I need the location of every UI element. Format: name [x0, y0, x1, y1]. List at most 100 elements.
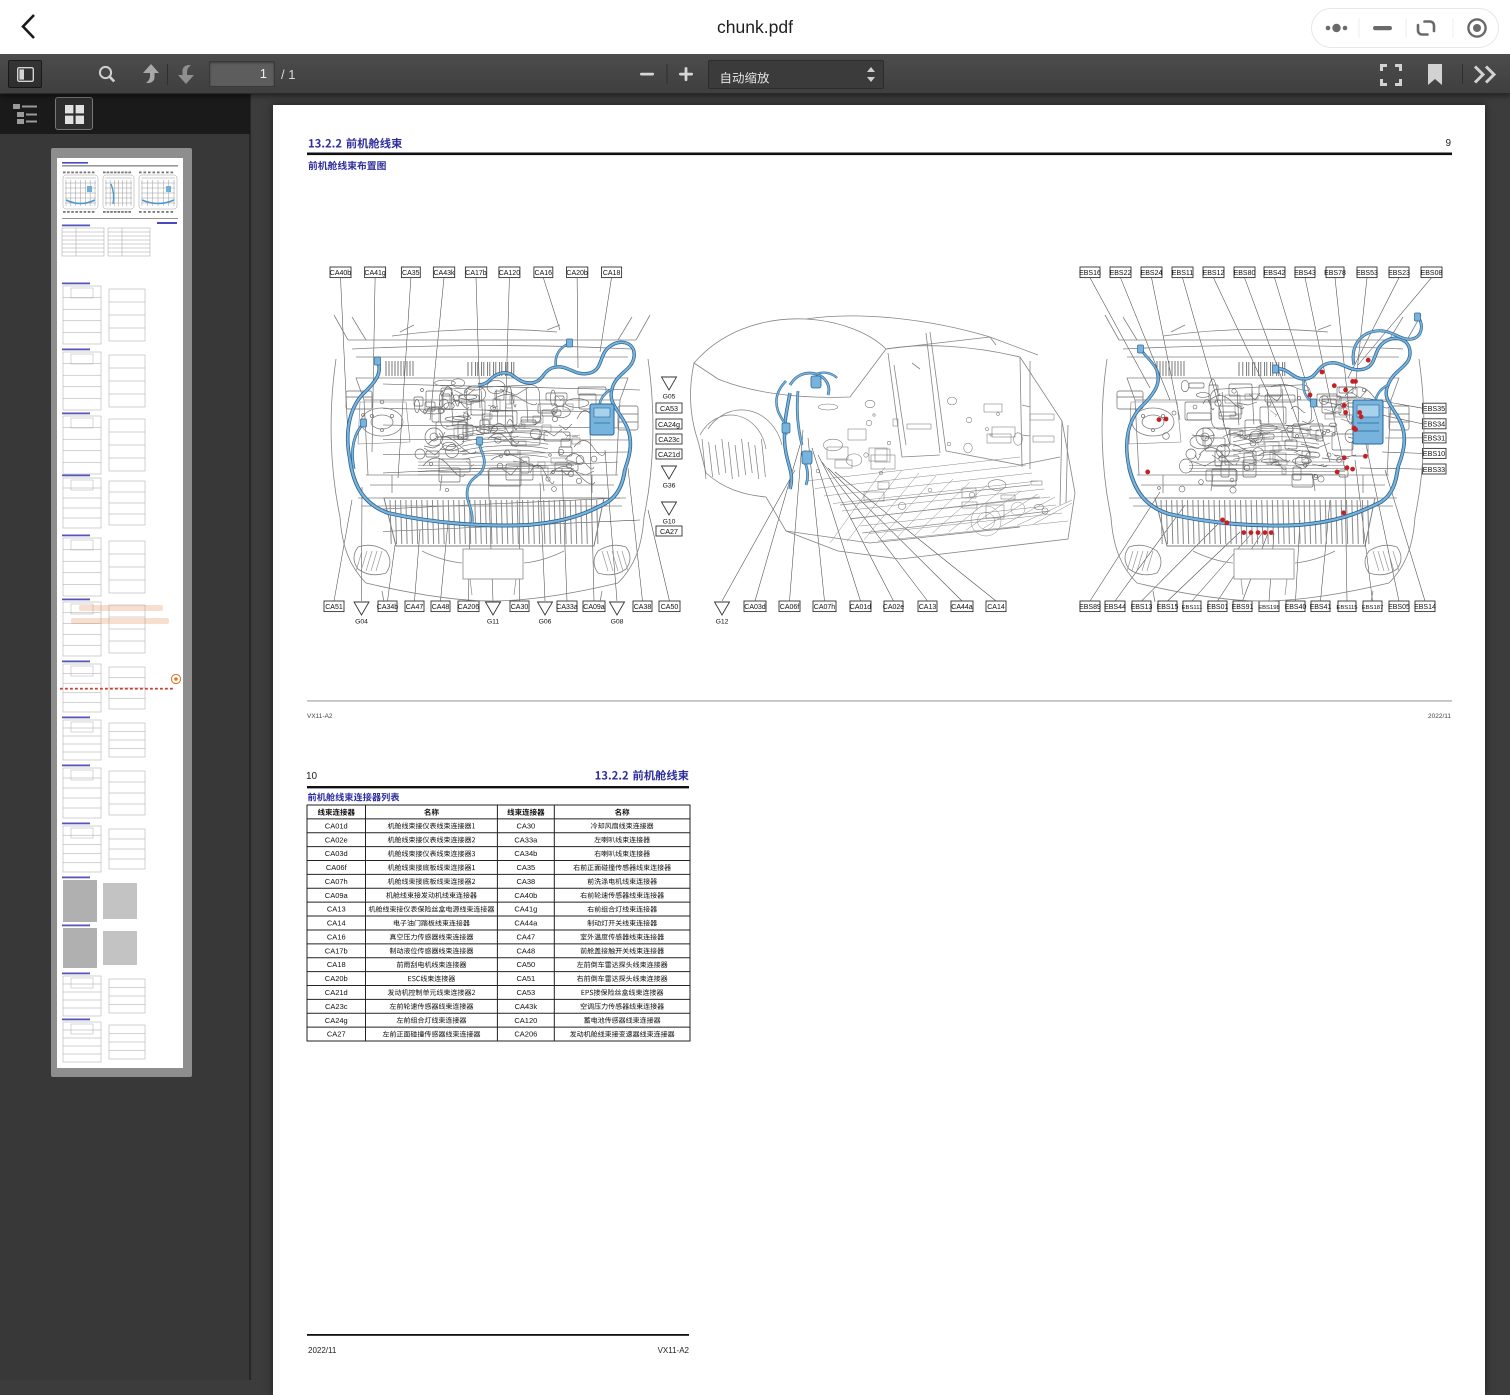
svg-text:CA02e: CA02e — [883, 604, 905, 611]
svg-text:EBS53: EBS53 — [1356, 270, 1378, 277]
svg-text:EBS198: EBS198 — [1258, 605, 1280, 611]
svg-text:G06: G06 — [539, 619, 552, 626]
svg-text:CA47: CA47 — [406, 604, 424, 611]
svg-text:CA33a: CA33a — [556, 604, 578, 611]
svg-text:CA27: CA27 — [660, 527, 678, 536]
svg-text:CA09a: CA09a — [583, 604, 605, 611]
svg-text:CA17b: CA17b — [465, 270, 487, 277]
svg-text:G36: G36 — [663, 483, 676, 490]
svg-text:CA40b: CA40b — [330, 270, 352, 277]
svg-text:EBS33: EBS33 — [1423, 465, 1445, 474]
svg-text:CA35: CA35 — [402, 270, 420, 277]
svg-text:G08: G08 — [611, 619, 624, 626]
svg-text:CA43k: CA43k — [433, 270, 455, 277]
svg-text:CA14: CA14 — [987, 604, 1005, 611]
svg-text:CA24g: CA24g — [325, 1016, 348, 1025]
svg-text:CA50: CA50 — [661, 604, 679, 611]
svg-text:CA38: CA38 — [634, 604, 652, 611]
svg-text:CA17b: CA17b — [325, 946, 348, 955]
svg-text:EBS01: EBS01 — [1207, 604, 1229, 611]
svg-text:G12: G12 — [716, 619, 729, 626]
svg-text:10: 10 — [306, 771, 318, 782]
svg-text:CA48: CA48 — [516, 946, 535, 955]
svg-text:CA34b: CA34b — [377, 604, 399, 611]
svg-text:CA20b: CA20b — [325, 974, 348, 983]
svg-text:EBS42: EBS42 — [1264, 270, 1286, 277]
svg-text:CA51: CA51 — [325, 604, 343, 611]
svg-text:CA41g: CA41g — [364, 270, 386, 277]
svg-text:CA02e: CA02e — [325, 835, 348, 844]
svg-text:EBS78: EBS78 — [1324, 270, 1346, 277]
svg-text:CA30: CA30 — [516, 821, 535, 830]
svg-text:CA30: CA30 — [511, 604, 529, 611]
svg-text:CA43k: CA43k — [515, 1002, 538, 1011]
svg-text:2022/11: 2022/11 — [1428, 713, 1451, 720]
svg-text:CA23c: CA23c — [658, 435, 680, 444]
svg-text:CA48: CA48 — [432, 604, 450, 611]
svg-text:EBS16: EBS16 — [1079, 270, 1101, 277]
svg-text:CA41g: CA41g — [514, 905, 537, 914]
svg-text:2022/11: 2022/11 — [308, 1346, 337, 1355]
svg-text:CA53: CA53 — [516, 988, 535, 997]
svg-text:CA35: CA35 — [516, 863, 535, 872]
svg-text:CA03d: CA03d — [325, 849, 348, 858]
svg-text:CA206: CA206 — [514, 1030, 537, 1039]
svg-text:CA24g: CA24g — [658, 420, 680, 429]
svg-text:CA06f: CA06f — [780, 604, 800, 611]
svg-text:EBS80: EBS80 — [1234, 270, 1256, 277]
svg-text:EBS11: EBS11 — [1172, 270, 1193, 277]
svg-text:CA09a: CA09a — [325, 891, 349, 900]
svg-text:EBS10: EBS10 — [1423, 449, 1445, 458]
svg-text:CA07h: CA07h — [325, 877, 348, 886]
svg-text:EBS111: EBS111 — [1182, 605, 1203, 611]
svg-text:CA18: CA18 — [327, 960, 346, 969]
svg-text:EBS24: EBS24 — [1141, 270, 1163, 277]
svg-text:CA18: CA18 — [603, 270, 621, 277]
svg-text:CA03d: CA03d — [744, 604, 766, 611]
svg-text:CA21d: CA21d — [658, 450, 680, 459]
svg-text:CA21d: CA21d — [325, 988, 348, 997]
svg-text:CA20b: CA20b — [566, 270, 588, 277]
svg-text:VX11-A2: VX11-A2 — [658, 1346, 690, 1355]
svg-text:EBS23: EBS23 — [1388, 270, 1410, 277]
svg-text:EBS34: EBS34 — [1423, 420, 1445, 429]
svg-text:CA120: CA120 — [514, 1016, 537, 1025]
svg-text:CA33a: CA33a — [514, 835, 538, 844]
svg-text:CA40b: CA40b — [514, 891, 537, 900]
svg-text:CA14: CA14 — [327, 919, 346, 928]
svg-text:EBS40: EBS40 — [1285, 604, 1307, 611]
svg-text:CA07h: CA07h — [814, 604, 836, 611]
svg-text:G05: G05 — [663, 394, 676, 401]
svg-text:EBS91: EBS91 — [1232, 604, 1254, 611]
svg-text:EBS89: EBS89 — [1079, 604, 1101, 611]
svg-text:CA206: CA206 — [458, 604, 480, 611]
svg-text:CA13: CA13 — [327, 905, 346, 914]
svg-text:EBS08: EBS08 — [1421, 270, 1443, 277]
svg-text:EBS15: EBS15 — [1157, 604, 1179, 611]
svg-text:CA16: CA16 — [535, 270, 553, 277]
svg-text:CA47: CA47 — [516, 932, 535, 941]
svg-text:CA27: CA27 — [327, 1030, 346, 1039]
svg-text:EBS35: EBS35 — [1423, 404, 1445, 413]
svg-text:EBS31: EBS31 — [1423, 434, 1445, 443]
svg-text:CA51: CA51 — [516, 974, 535, 983]
svg-text:CA50: CA50 — [516, 960, 535, 969]
svg-text:EBS12: EBS12 — [1203, 270, 1225, 277]
svg-text:EBS13: EBS13 — [1131, 604, 1153, 611]
svg-text:EBS22: EBS22 — [1110, 270, 1132, 277]
svg-text:CA13: CA13 — [919, 604, 937, 611]
svg-text:CA38: CA38 — [516, 877, 535, 886]
svg-text:CA06f: CA06f — [326, 863, 348, 872]
svg-text:9: 9 — [1445, 138, 1451, 149]
svg-text:EBS187: EBS187 — [1362, 605, 1384, 611]
svg-text:VX11-A2: VX11-A2 — [307, 713, 333, 720]
svg-text:CA44a: CA44a — [514, 919, 538, 928]
svg-text:EBS44: EBS44 — [1104, 604, 1126, 611]
svg-text:G10: G10 — [663, 519, 676, 526]
svg-text:CA01d: CA01d — [850, 604, 872, 611]
svg-text:EBS14: EBS14 — [1414, 604, 1436, 611]
svg-text:CA01d: CA01d — [325, 821, 348, 830]
svg-text:CA34b: CA34b — [514, 849, 537, 858]
svg-text:G11: G11 — [487, 619, 500, 626]
svg-text:EBS41: EBS41 — [1310, 604, 1332, 611]
